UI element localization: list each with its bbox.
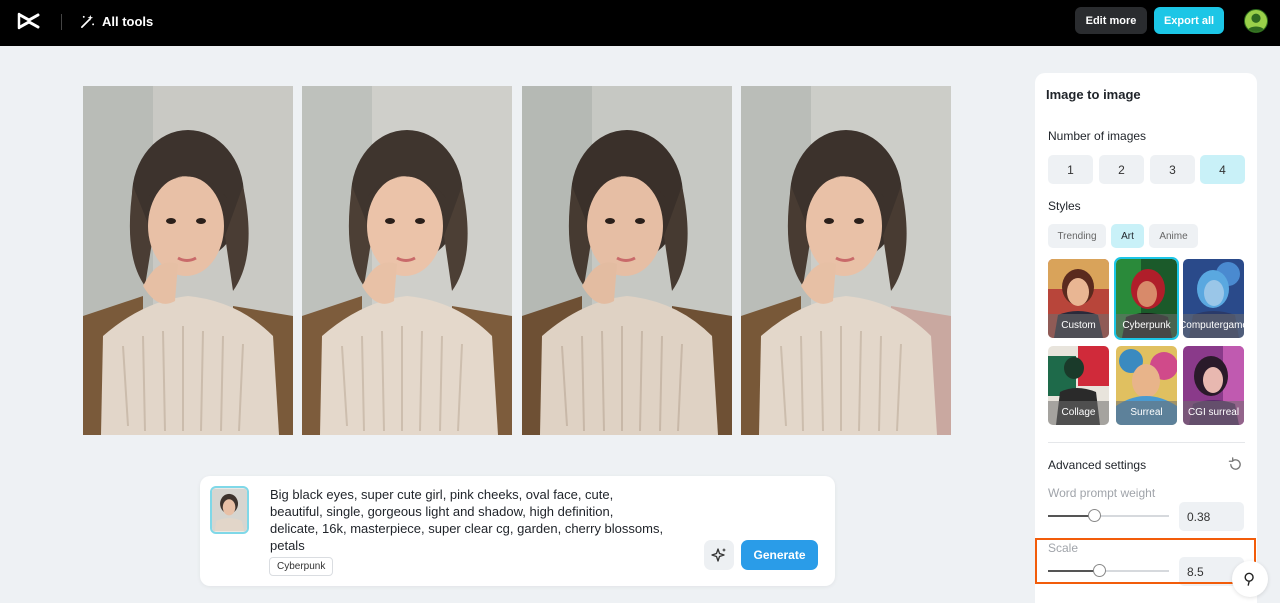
prompt-line: delicate, 16k, masterpiece, super clear … xyxy=(270,521,664,536)
sparkle-icon xyxy=(711,548,726,562)
slider-handle[interactable] xyxy=(1088,509,1101,522)
number-option-3[interactable]: 3 xyxy=(1150,155,1195,184)
style-card-label-line: Computer xyxy=(1183,320,1223,331)
reset-icon[interactable] xyxy=(1228,457,1243,472)
advanced-settings-label: Advanced settings xyxy=(1048,458,1147,472)
prompt-card: Big black eyes, super cute girl, pink ch… xyxy=(200,476,835,586)
style-tag[interactable]: Cyberpunk xyxy=(269,557,334,576)
tab-trending[interactable]: Trending xyxy=(1048,224,1106,248)
prompt-line: Big black eyes, super cute girl, pink ch… xyxy=(270,487,614,502)
generated-image-3[interactable] xyxy=(522,86,732,435)
generated-image-2[interactable] xyxy=(302,86,512,435)
edit-more-button[interactable]: Edit more xyxy=(1075,7,1147,34)
tab-art[interactable]: Art xyxy=(1111,224,1144,248)
style-card-label: Surreal xyxy=(1116,401,1177,425)
word-prompt-weight-slider[interactable] xyxy=(1048,509,1169,522)
scale-highlight-box xyxy=(1035,538,1256,584)
word-prompt-weight-label: Word prompt weight xyxy=(1048,486,1156,500)
generated-image-1[interactable] xyxy=(83,86,293,435)
magic-wand-icon xyxy=(81,14,95,28)
generated-image-4[interactable] xyxy=(741,86,951,435)
prompt-line: beautiful, single, gorgeous light and sh… xyxy=(270,504,614,519)
style-card-computer-game[interactable]: Computer game xyxy=(1183,259,1244,338)
number-of-images-label: Number of images xyxy=(1048,129,1147,143)
generate-button[interactable]: Generate xyxy=(741,540,818,570)
all-tools-label: All tools xyxy=(102,13,154,29)
panel-title: Image to image xyxy=(1046,87,1141,102)
style-card-surreal[interactable]: Surreal xyxy=(1116,346,1177,425)
style-card-label: Custom xyxy=(1048,314,1109,338)
tab-anime[interactable]: Anime xyxy=(1149,224,1198,248)
style-card-custom[interactable]: Custom xyxy=(1048,259,1109,338)
prompt-line: petals xyxy=(270,538,305,553)
help-button[interactable] xyxy=(1232,561,1268,597)
word-prompt-weight-value[interactable]: 0.38 xyxy=(1179,502,1244,531)
number-option-4[interactable]: 4 xyxy=(1200,155,1245,184)
style-card-label-line: game xyxy=(1222,320,1244,331)
style-card-cgi-surreal[interactable]: CGI surreal xyxy=(1183,346,1244,425)
reference-image-thumbnail[interactable] xyxy=(210,486,249,534)
top-bar: All tools Edit more Export all xyxy=(0,0,1280,46)
style-card-collage[interactable]: Collage xyxy=(1048,346,1109,425)
settings-panel: Image to image Number of images 1 2 3 4 … xyxy=(1035,73,1257,603)
prompt-text[interactable]: Big black eyes, super cute girl, pink ch… xyxy=(270,486,700,554)
export-all-button[interactable]: Export all xyxy=(1154,7,1224,34)
panel-divider xyxy=(1048,442,1245,443)
mouse-pointer-icon xyxy=(1244,572,1254,586)
styles-label: Styles xyxy=(1048,199,1081,213)
style-card-label: CGI surreal xyxy=(1183,401,1244,425)
capcut-logo-icon[interactable] xyxy=(17,10,41,32)
style-card-label: Collage xyxy=(1048,401,1109,425)
style-card-cyberpunk[interactable]: Cyberpunk xyxy=(1114,257,1179,340)
style-card-label: Computer game xyxy=(1183,314,1244,338)
topbar-divider xyxy=(61,14,62,30)
all-tools-button[interactable]: All tools xyxy=(80,11,153,31)
style-card-label: Cyberpunk xyxy=(1116,314,1177,338)
number-option-2[interactable]: 2 xyxy=(1099,155,1144,184)
user-avatar[interactable] xyxy=(1244,9,1268,33)
prompt-enhance-button[interactable] xyxy=(704,540,734,570)
number-option-1[interactable]: 1 xyxy=(1048,155,1093,184)
user-icon xyxy=(1246,13,1266,32)
